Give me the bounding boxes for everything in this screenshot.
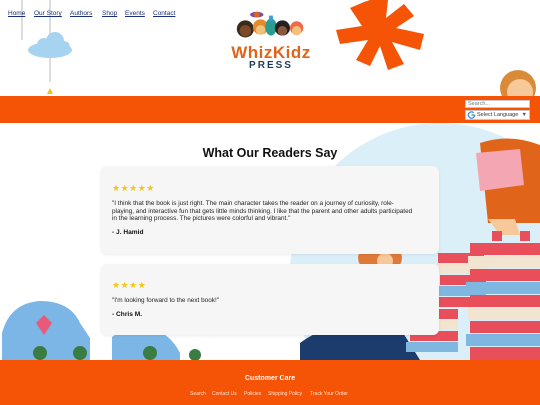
nav-home-link[interactable]: Home: [8, 10, 25, 18]
google-g-icon: [467, 111, 476, 119]
search-input[interactable]: [465, 100, 530, 108]
brand-subtitle: PRESS: [249, 60, 293, 71]
review-text-line: in the learning process. The pictures we…: [112, 215, 291, 222]
footer-link-contact-us[interactable]: Contact Us: [212, 391, 237, 398]
footer-title: Customer Care: [244, 375, 296, 382]
nav-authors-link[interactable]: Authors: [70, 10, 92, 18]
language-select[interactable]: Select Language ▼: [465, 110, 530, 120]
moon-icon: [0, 42, 28, 82]
review-author: - J. Hamid: [112, 229, 144, 236]
nav-contact-link[interactable]: Contact: [153, 10, 175, 18]
nav-shop-link[interactable]: Shop: [102, 10, 117, 18]
brand-name: WhizKidz: [231, 43, 311, 62]
review-text-line: "I think that the book is just right. Th…: [112, 200, 394, 207]
review-card: ★★★★ "I'm looking forward to the next bo…: [101, 264, 439, 335]
whizkidz-logo[interactable]: [226, 8, 316, 46]
cloud-icon: [28, 32, 72, 58]
nav-our-story-link[interactable]: Our Story: [34, 10, 62, 18]
star-rating: ★★★★★: [112, 183, 155, 193]
review-card: ★★★★★ "I think that the book is just rig…: [101, 166, 439, 254]
review-text-line: "I'm looking forward to the next book!": [112, 297, 219, 304]
footer-link-search[interactable]: Search: [190, 391, 206, 398]
language-select-label: Select Language: [477, 112, 519, 118]
footer-link-policies[interactable]: Policies: [244, 391, 261, 398]
nav-events-link[interactable]: Events: [125, 10, 145, 18]
reviews-title: What Our Readers Say: [202, 146, 338, 160]
girl-illustration-head: [500, 70, 536, 96]
splat-decoration: [336, 0, 424, 70]
nav-bar: [0, 96, 540, 123]
review-author: - Chris M.: [112, 311, 143, 318]
star-decoration-icon: [47, 88, 53, 94]
review-text-line: playing, and interactive fun that gets l…: [112, 207, 413, 215]
footer-link-shipping-policy[interactable]: Shipping Policy: [268, 391, 302, 398]
chevron-down-icon: ▼: [521, 112, 527, 118]
star-rating: ★★★★: [112, 280, 147, 290]
footer-link-track-order[interactable]: Track Your Order: [310, 391, 348, 398]
